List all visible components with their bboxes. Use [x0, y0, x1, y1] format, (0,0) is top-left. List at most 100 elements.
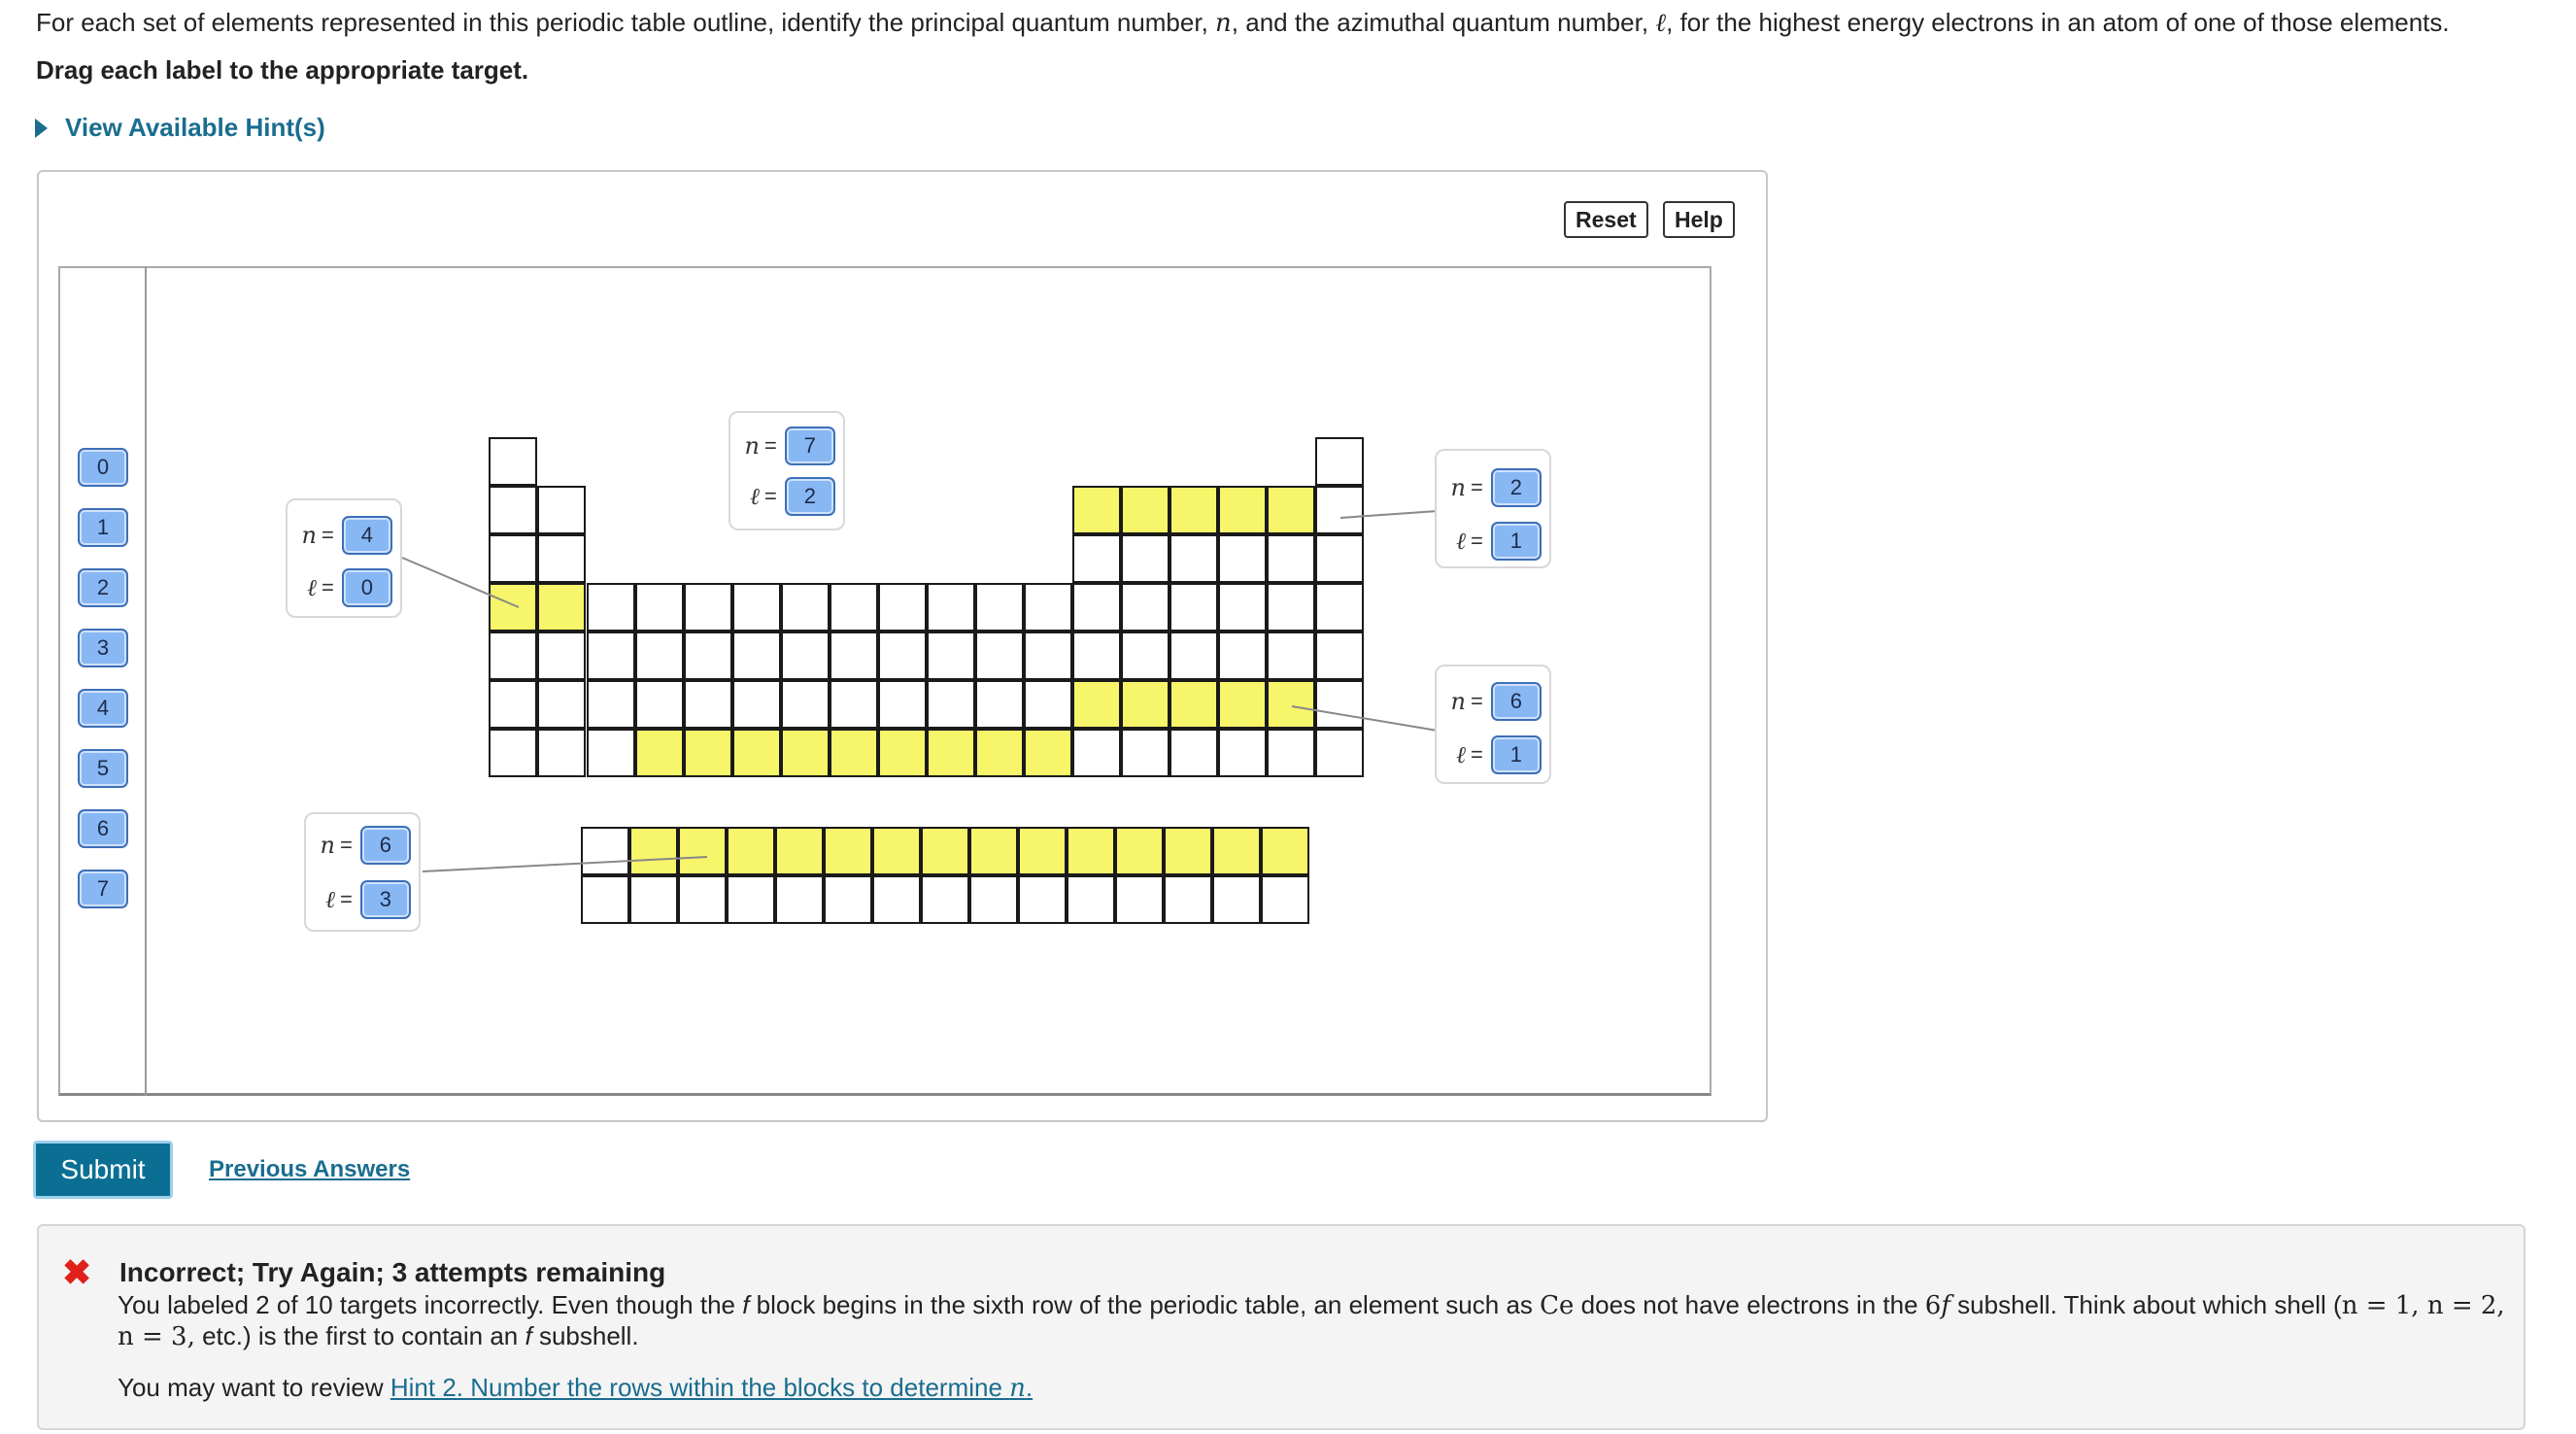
chip-tray-divider: [145, 266, 147, 1096]
element-cell-highlighted: [537, 583, 586, 632]
number-chip[interactable]: 7: [78, 870, 128, 908]
element-cell-highlighted: [1218, 680, 1267, 729]
element-cell-highlighted: [1024, 729, 1072, 777]
element-cell: [732, 583, 781, 632]
label-group-p-block-top: n = 2 ℓ = 1: [1435, 449, 1551, 568]
element-cell: [635, 680, 684, 729]
element-cell: [921, 875, 969, 924]
question-text: For each set of elements represented in …: [36, 6, 2450, 40]
number-chip[interactable]: 2: [78, 568, 128, 607]
element-cell-highlighted: [1072, 486, 1121, 534]
reset-button[interactable]: Reset: [1564, 201, 1648, 238]
question-part: , and the azimuthal quantum number,: [1231, 8, 1656, 37]
l-value-chip[interactable]: 0: [341, 568, 392, 607]
n-value-chip[interactable]: 6: [1490, 682, 1542, 721]
equals-sign: =: [1471, 475, 1483, 499]
n-variable: n: [1450, 688, 1466, 715]
number-chip[interactable]: 0: [78, 448, 128, 487]
l-value-chip[interactable]: 3: [359, 880, 411, 919]
element-cell: [684, 632, 732, 680]
element-cell-highlighted: [872, 827, 921, 875]
element-cell-highlighted: [775, 827, 824, 875]
n-value-chip[interactable]: 4: [341, 516, 392, 555]
label-group-p-block-bottom: n = 6 ℓ = 1: [1435, 665, 1551, 784]
element-cell-highlighted: [921, 827, 969, 875]
element-cell: [587, 729, 635, 777]
n-value-chip[interactable]: 6: [359, 826, 411, 865]
element-cell: [781, 583, 830, 632]
element-cell: [732, 680, 781, 729]
element-cell-highlighted: [1115, 827, 1164, 875]
element-cell: [581, 827, 629, 875]
n-symbol: n: [1215, 9, 1232, 38]
element-cell-highlighted: [1072, 680, 1121, 729]
element-cell: [537, 534, 586, 583]
element-cell: [489, 486, 537, 534]
element-cell: [927, 680, 975, 729]
element-cell: [1267, 583, 1315, 632]
element-cell: [1315, 534, 1364, 583]
element-cell-highlighted: [635, 729, 684, 777]
number-chip[interactable]: 1: [78, 508, 128, 547]
element-cell-highlighted: [1067, 827, 1115, 875]
submit-button[interactable]: Submit: [33, 1141, 173, 1199]
element-cell: [1169, 534, 1218, 583]
element-cell: [727, 875, 775, 924]
equals-sign: =: [340, 887, 353, 911]
element-cell-highlighted: [629, 827, 678, 875]
help-button[interactable]: Help: [1663, 201, 1735, 238]
element-cell: [878, 632, 927, 680]
element-cell: [872, 875, 921, 924]
element-cell: [489, 680, 537, 729]
n-variable: n: [744, 432, 760, 460]
element-cell: [1218, 534, 1267, 583]
element-cell: [1024, 583, 1072, 632]
element-cell: [1121, 583, 1169, 632]
element-cell: [975, 632, 1024, 680]
element-cell: [1169, 729, 1218, 777]
n-variable: n: [1450, 474, 1466, 501]
view-hints-label: View Available Hint(s): [65, 113, 325, 142]
view-hints-toggle[interactable]: View Available Hint(s): [35, 113, 325, 143]
number-chip[interactable]: 6: [78, 809, 128, 848]
number-chip[interactable]: 5: [78, 749, 128, 788]
element-cell: [830, 583, 878, 632]
element-cell-highlighted: [1121, 486, 1169, 534]
n-value-chip[interactable]: 2: [1490, 468, 1542, 507]
l-value-chip[interactable]: 1: [1490, 522, 1542, 561]
element-cell: [1072, 583, 1121, 632]
previous-answers-link[interactable]: Previous Answers: [209, 1156, 410, 1183]
element-cell: [1072, 632, 1121, 680]
l-variable: ℓ: [1456, 527, 1466, 555]
feedback-line-1: You labeled 2 of 10 targets incorrectly.…: [118, 1290, 2505, 1320]
element-cell-highlighted: [1169, 680, 1218, 729]
l-value-chip[interactable]: 2: [784, 477, 835, 516]
element-cell: [684, 680, 732, 729]
element-cell-highlighted: [878, 729, 927, 777]
n-variable: n: [320, 832, 335, 859]
element-cell: [1024, 632, 1072, 680]
element-cell: [1121, 534, 1169, 583]
element-cell: [1024, 680, 1072, 729]
element-cell: [537, 680, 586, 729]
element-cell: [927, 583, 975, 632]
element-cell: [1072, 534, 1121, 583]
hint-2-link[interactable]: Hint 2. Number the rows within the block…: [390, 1373, 1033, 1403]
element-cell: [824, 875, 872, 924]
element-cell: [1315, 729, 1364, 777]
element-cell: [1169, 632, 1218, 680]
element-cell: [1315, 680, 1364, 729]
n-value-chip[interactable]: 7: [784, 427, 835, 465]
element-cell-highlighted: [824, 827, 872, 875]
element-cell: [781, 680, 830, 729]
l-value-chip[interactable]: 1: [1490, 735, 1542, 774]
number-chip[interactable]: 4: [78, 689, 128, 728]
question-part: , for the highest energy electrons in an…: [1666, 8, 2450, 37]
element-cell: [537, 486, 586, 534]
equals-sign: =: [1471, 689, 1483, 713]
element-cell-highlighted: [1164, 827, 1212, 875]
element-cell-highlighted: [727, 827, 775, 875]
element-cell: [1315, 486, 1364, 534]
number-chip[interactable]: 3: [78, 629, 128, 667]
element-cell: [684, 583, 732, 632]
